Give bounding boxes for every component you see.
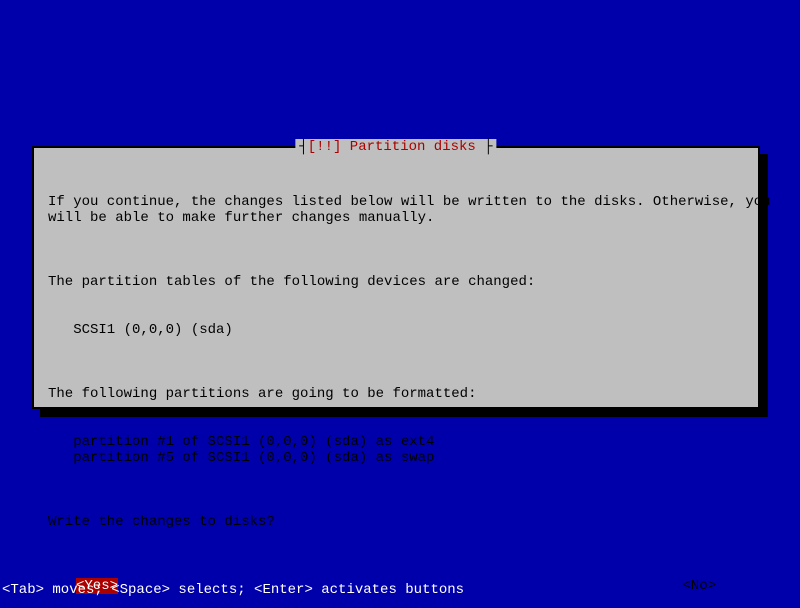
dialog-title: ┤[!!] Partition disks ├ <box>295 139 496 155</box>
title-marker: [!!] <box>308 139 342 155</box>
tables-header: The partition tables of the following de… <box>48 274 744 290</box>
partition-dialog: ┤[!!] Partition disks ├ If you continue,… <box>32 146 760 409</box>
title-bracket-right: ├ <box>484 139 492 155</box>
confirm-prompt: Write the changes to disks? <box>48 514 744 530</box>
tables-items: SCSI1 (0,0,0) (sda) <box>48 322 744 338</box>
title-text: Partition disks <box>341 139 484 155</box>
intro-text: If you continue, the changes listed belo… <box>48 194 744 226</box>
format-items: partition #1 of SCSI1 (0,0,0) (sda) as e… <box>48 434 744 466</box>
format-header: The following partitions are going to be… <box>48 386 744 402</box>
dialog-content: If you continue, the changes listed belo… <box>34 148 758 578</box>
footer-hint: <Tab> moves; <Space> selects; <Enter> ac… <box>0 582 800 600</box>
